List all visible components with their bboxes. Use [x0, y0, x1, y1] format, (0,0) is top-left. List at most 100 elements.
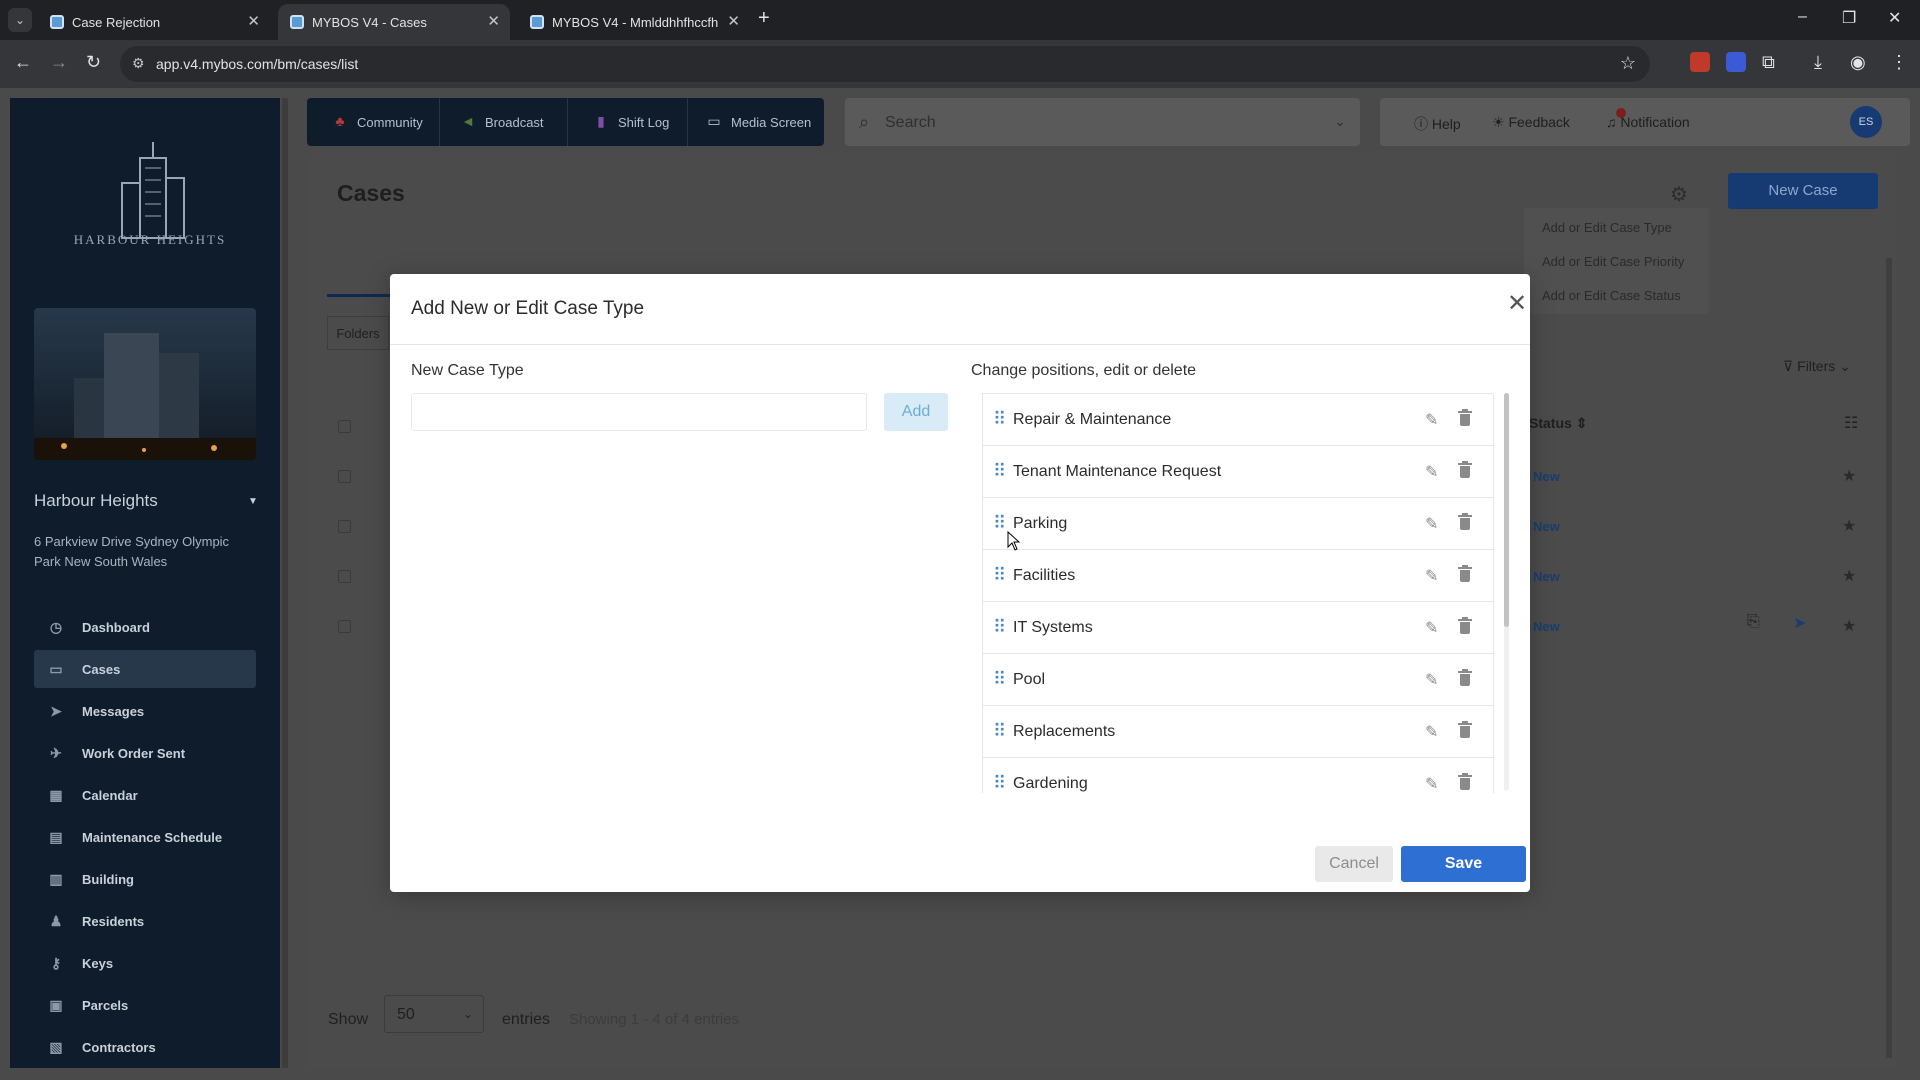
- bookmark-star-icon[interactable]: ☆: [1620, 53, 1636, 74]
- url-field[interactable]: ⚙ app.v4.mybos.com/bm/cases/list ☆: [120, 46, 1650, 82]
- trash-icon[interactable]: [1458, 513, 1472, 531]
- trash-icon[interactable]: [1458, 409, 1472, 427]
- trash-icon[interactable]: [1458, 565, 1472, 583]
- close-window-icon[interactable]: ✕: [1888, 8, 1901, 28]
- sidebar-item-work-order-sent[interactable]: ✈ Work Order Sent: [34, 734, 256, 772]
- sidebar-item-maintenance-schedule[interactable]: ▤ Maintenance Schedule: [34, 818, 256, 856]
- browser-tab-active[interactable]: MYBOS V4 - Cases ✕: [278, 4, 510, 40]
- tab-close-icon[interactable]: ✕: [727, 12, 740, 30]
- trash-icon[interactable]: [1458, 669, 1472, 687]
- reload-icon[interactable]: ↻: [86, 52, 101, 73]
- chevron-down-icon[interactable]: ⌄: [1334, 113, 1346, 130]
- select-all-checkbox[interactable]: [338, 420, 351, 433]
- global-search[interactable]: ⌕ Search ⌄: [845, 98, 1360, 146]
- pencil-icon[interactable]: ✎: [1425, 722, 1438, 742]
- sidebar-item-residents[interactable]: ♟ Residents: [34, 902, 256, 940]
- drag-handle-icon[interactable]: ⠿: [993, 670, 1006, 688]
- help-link[interactable]: ⓘ Help: [1414, 114, 1461, 134]
- new-case-type-input[interactable]: [411, 393, 867, 431]
- trash-icon[interactable]: [1458, 773, 1472, 791]
- back-icon[interactable]: ←: [14, 52, 32, 73]
- sidebar-item-cases[interactable]: ▭ Cases: [34, 650, 256, 688]
- pencil-icon[interactable]: ✎: [1425, 774, 1438, 793]
- sidebar-item-parcels[interactable]: ▣ Parcels: [34, 986, 256, 1024]
- avatar[interactable]: ES: [1850, 106, 1882, 138]
- case-type-row[interactable]: ⠿ Facilities ✎: [983, 550, 1493, 602]
- sidebar-scrollbar[interactable]: [282, 98, 288, 1068]
- topnav-broadcast[interactable]: ◄ Broadcast: [459, 98, 559, 146]
- case-type-row[interactable]: ⠿ Pool ✎: [983, 654, 1493, 706]
- case-type-row[interactable]: ⠿ Parking ✎: [983, 498, 1493, 550]
- case-type-row[interactable]: ⠿ Tenant Maintenance Request ✎: [983, 446, 1493, 498]
- new-tab-icon[interactable]: +: [758, 7, 770, 30]
- pencil-icon[interactable]: ✎: [1425, 618, 1438, 638]
- send-icon[interactable]: ➤: [1793, 613, 1806, 633]
- row-checkbox[interactable]: [338, 620, 351, 633]
- feedback-link[interactable]: ☀ Feedback: [1492, 114, 1570, 131]
- drag-handle-icon[interactable]: ⠿: [993, 722, 1006, 740]
- drag-handle-icon[interactable]: ⠿: [993, 514, 1006, 532]
- case-type-row[interactable]: ⠿ Replacements ✎: [983, 706, 1493, 758]
- star-icon[interactable]: ★: [1842, 616, 1856, 636]
- sidebar-item-building[interactable]: ▥ Building: [34, 860, 256, 898]
- extensions-puzzle-icon[interactable]: ⧉: [1762, 52, 1775, 73]
- extension-icon[interactable]: [1690, 52, 1710, 72]
- drag-handle-icon[interactable]: ⠿: [993, 410, 1006, 428]
- sidebar-item-dashboard[interactable]: ◷ Dashboard: [34, 608, 256, 646]
- menu-item-case-priority[interactable]: Add or Edit Case Priority: [1542, 254, 1684, 269]
- row-checkbox[interactable]: [338, 470, 351, 483]
- topnav-media-screen[interactable]: ▭ Media Screen: [705, 98, 815, 146]
- browser-tab[interactable]: MYBOS V4 - Mmlddhhfhccfh ✕: [518, 4, 750, 40]
- drag-handle-icon[interactable]: ⠿: [993, 774, 1006, 792]
- save-button[interactable]: Save: [1401, 846, 1526, 882]
- tab-search-icon[interactable]: ⌄: [8, 8, 32, 32]
- trash-icon[interactable]: [1458, 617, 1472, 635]
- tab-close-icon[interactable]: ✕: [487, 12, 500, 30]
- pencil-icon[interactable]: ✎: [1425, 670, 1438, 690]
- menu-item-case-type[interactable]: Add or Edit Case Type: [1542, 220, 1672, 235]
- sidebar-item-keys[interactable]: ⚷ Keys: [34, 944, 256, 982]
- site-info-icon[interactable]: ⚙: [132, 55, 145, 72]
- topnav-shift-log[interactable]: ▮ Shift Log: [592, 98, 682, 146]
- pencil-icon[interactable]: ✎: [1425, 514, 1438, 534]
- sidebar-item-messages[interactable]: ➤ Messages: [34, 692, 256, 730]
- tab-close-icon[interactable]: ✕: [247, 12, 260, 30]
- extension-icon[interactable]: [1726, 52, 1746, 72]
- attachment-icon[interactable]: ⎘: [1747, 613, 1760, 631]
- case-type-row[interactable]: ⠿ Repair & Maintenance ✎: [983, 394, 1493, 446]
- download-icon[interactable]: ⤓: [1814, 52, 1822, 73]
- chevron-down-icon[interactable]: ▼: [248, 496, 258, 507]
- list-scrollbar-thumb[interactable]: [1504, 393, 1509, 627]
- page-size-select[interactable]: 50 ⌄: [384, 995, 484, 1033]
- row-checkbox[interactable]: [338, 520, 351, 533]
- case-type-row[interactable]: ⠿ IT Systems ✎: [983, 602, 1493, 654]
- topnav-community[interactable]: ♣ Community: [331, 98, 431, 146]
- property-name[interactable]: Harbour Heights: [34, 491, 158, 511]
- restore-icon[interactable]: ❐: [1842, 8, 1856, 28]
- folders-button[interactable]: Folders: [327, 316, 389, 350]
- trash-icon[interactable]: [1458, 461, 1472, 479]
- minimize-icon[interactable]: –: [1798, 8, 1807, 26]
- browser-tab[interactable]: Case Rejection ✕: [38, 4, 270, 40]
- filters-button[interactable]: ⊽ Filters ⌄: [1783, 358, 1851, 375]
- pencil-icon[interactable]: ✎: [1425, 410, 1438, 430]
- menu-item-case-status[interactable]: Add or Edit Case Status: [1542, 288, 1681, 303]
- profile-icon[interactable]: ◉: [1850, 52, 1866, 73]
- add-button[interactable]: Add: [884, 393, 948, 431]
- star-icon[interactable]: ★: [1842, 516, 1856, 536]
- drag-handle-icon[interactable]: ⠿: [993, 566, 1006, 584]
- cancel-button[interactable]: Cancel: [1315, 846, 1393, 882]
- gear-icon[interactable]: ⚙: [1670, 182, 1688, 207]
- main-scrollbar[interactable]: [1886, 258, 1892, 1058]
- new-case-button[interactable]: New Case: [1728, 173, 1878, 209]
- row-checkbox[interactable]: [338, 570, 351, 583]
- forward-icon[interactable]: →: [50, 52, 68, 73]
- pencil-icon[interactable]: ✎: [1425, 566, 1438, 586]
- column-settings-icon[interactable]: ☷: [1844, 413, 1858, 433]
- sidebar-item-contractors[interactable]: ▧ Contractors: [34, 1028, 256, 1066]
- case-type-row[interactable]: ⠿ Gardening ✎: [983, 758, 1493, 793]
- notification-link[interactable]: ♫ Notification: [1606, 114, 1690, 130]
- browser-menu-icon[interactable]: ⋮: [1890, 52, 1908, 73]
- star-icon[interactable]: ★: [1842, 466, 1856, 486]
- sidebar-item-calendar[interactable]: ▦ Calendar: [34, 776, 256, 814]
